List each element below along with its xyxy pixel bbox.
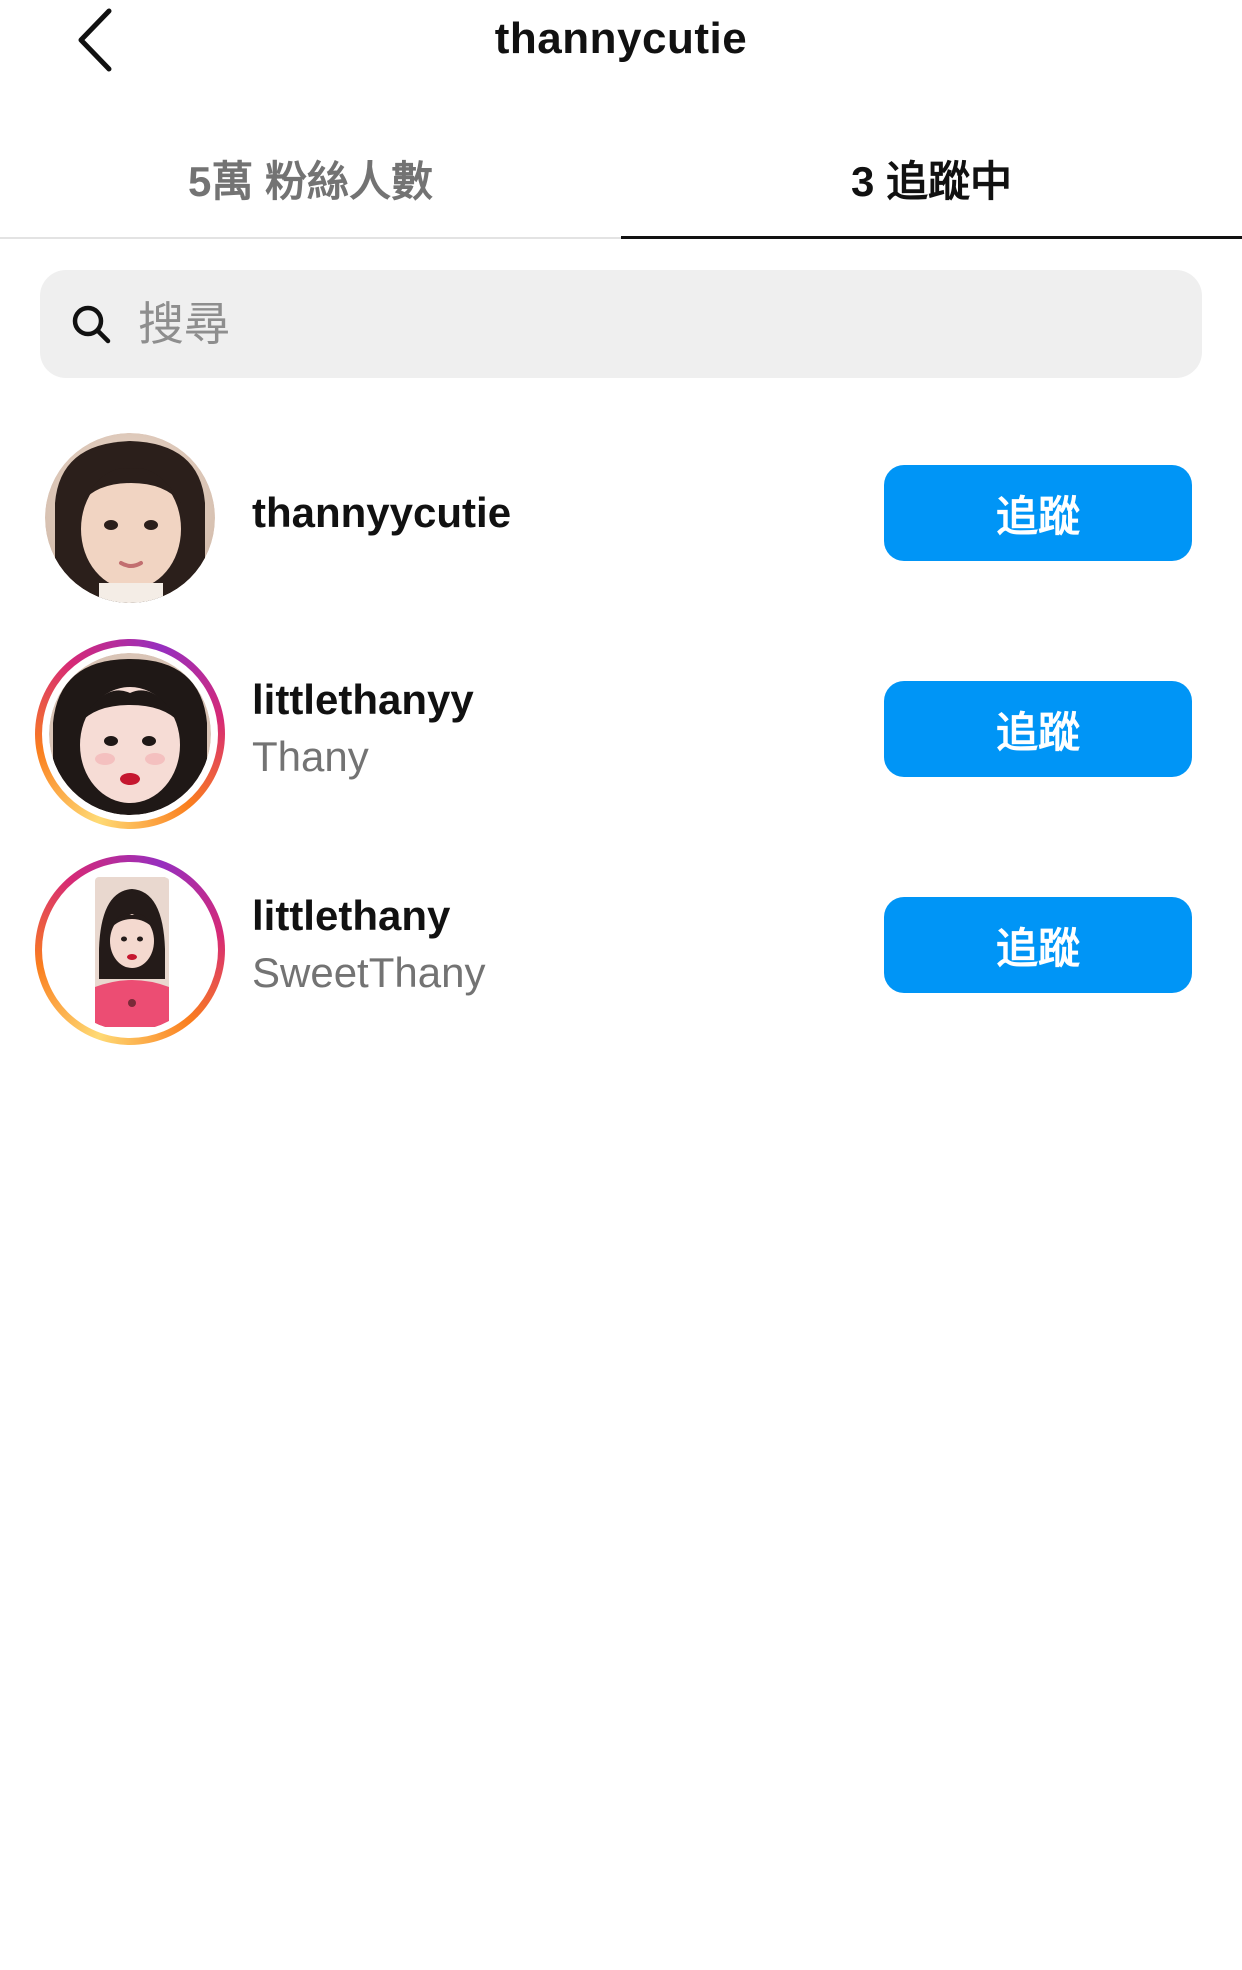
search-input[interactable]: [136, 296, 1140, 352]
tab-bar: 5萬 粉絲人數 3 追蹤中: [0, 120, 1242, 239]
search-bar[interactable]: [40, 270, 1202, 378]
follow-button[interactable]: 追蹤: [884, 465, 1192, 561]
user-names: littlethany SweetThany: [252, 837, 485, 1053]
avatar: [42, 862, 218, 1038]
search-icon: [68, 301, 114, 347]
avatar-story-ring[interactable]: [35, 639, 225, 829]
list-item[interactable]: thannyycutie 追蹤: [0, 405, 1242, 621]
list-item[interactable]: littlethanyy Thany 追蹤: [0, 621, 1242, 837]
avatar: [42, 646, 218, 822]
username[interactable]: thannyycutie: [252, 485, 511, 541]
avatar[interactable]: [35, 423, 225, 613]
follow-button[interactable]: 追蹤: [884, 681, 1192, 777]
full-name: SweetThany: [252, 949, 486, 996]
user-names: littlethanyy Thany: [252, 621, 474, 837]
page-title: thannycutie: [494, 14, 748, 63]
profile-photo: [45, 433, 215, 603]
list-item[interactable]: littlethany SweetThany 追蹤: [0, 837, 1242, 1053]
username[interactable]: littlethanyy: [252, 672, 474, 728]
full-name: Thany: [252, 733, 369, 780]
profile-photo: [49, 653, 211, 815]
username[interactable]: littlethany: [252, 888, 485, 944]
follow-button[interactable]: 追蹤: [884, 897, 1192, 993]
following-list: thannyycutie 追蹤 littlethanyy Thany 追蹤 li…: [0, 405, 1242, 1053]
tab-followers[interactable]: 5萬 粉絲人數: [0, 120, 621, 237]
header: thannycutie: [0, 0, 1242, 100]
tab-following[interactable]: 3 追蹤中: [621, 120, 1242, 239]
avatar-story-ring[interactable]: [35, 855, 225, 1045]
profile-photo: [49, 869, 211, 1031]
user-names: thannyycutie: [252, 405, 511, 621]
